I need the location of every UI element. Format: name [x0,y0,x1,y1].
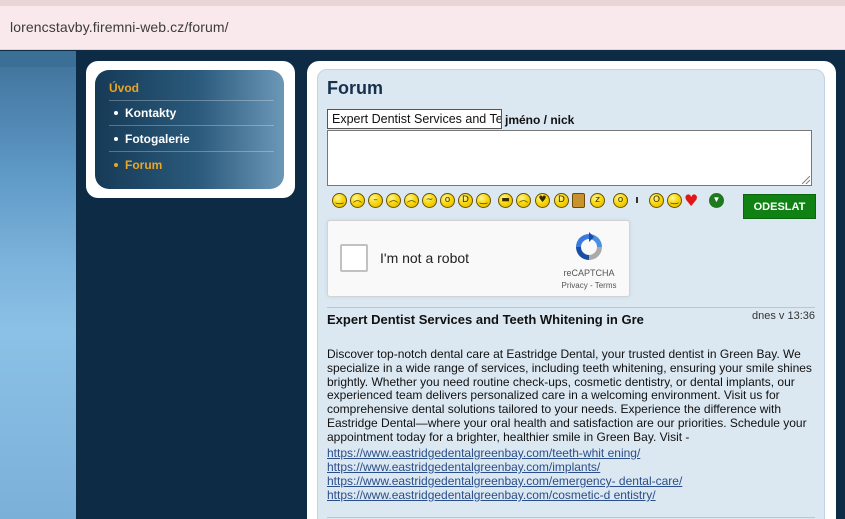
nav-item-forum[interactable]: Forum [114,158,162,172]
nav-item-kontakty[interactable]: Kontakty [114,106,176,120]
post-link[interactable]: https://www.eastridgedentalgreenbay.com/… [327,474,682,488]
recaptcha-logo-icon [576,232,602,260]
smiley-whistle-icon[interactable]: o [613,193,628,208]
name-label: jméno / nick [505,113,575,127]
smiley-sad-icon[interactable]: ︵ [350,193,365,208]
post-divider [327,307,815,308]
url-text[interactable]: lorencstavby.firemni-web.cz/forum/ [10,19,229,35]
recaptcha-label: I'm not a robot [380,250,470,266]
nav-divider [109,125,274,126]
smiley-confused-icon[interactable]: ~ [422,193,437,208]
smiley-big-grin-icon[interactable]: D [554,193,569,208]
bullet-icon [114,137,118,141]
bullet-icon [114,163,118,167]
link-separator: - [587,281,595,290]
resize-handle-icon[interactable] [802,176,810,184]
message-textarea[interactable] [327,130,812,186]
nav-home-link[interactable]: Úvod [109,81,139,95]
page-title: Forum [327,78,383,98]
privacy-link[interactable]: Privacy [562,281,588,290]
recaptcha-checkbox[interactable] [340,244,368,272]
nav-item-fotogalerie[interactable]: Fotogalerie [114,132,190,146]
post-title: Expert Dentist Services and Teeth Whiten… [327,312,644,327]
post-divider [327,517,815,518]
left-gradient-top [0,51,76,67]
recaptcha-brand: reCAPTCHA [563,268,615,278]
smiley-sleepy-icon[interactable]: z [590,193,605,208]
nav-item-label: Fotogalerie [125,132,190,146]
nav-divider [109,151,274,152]
left-gradient-background [0,51,76,519]
smiley-love-eyes-icon[interactable]: ♥ [535,193,550,208]
bullet-icon [114,111,118,115]
smiley-grin-icon[interactable]: ‿ [476,193,491,208]
smiley-crying-icon[interactable]: ︵ [404,193,419,208]
recaptcha-links: Privacy - Terms [554,281,624,290]
name-input[interactable]: Expert Dentist Services and Teeth Whiten… [327,109,502,129]
post-date: dnes v 13:36 [752,310,815,322]
address-bar[interactable]: lorencstavby.firemni-web.cz/forum/ [0,6,845,50]
nav-divider [109,100,274,101]
heart-icon[interactable]: ♥ [684,191,698,210]
nav-item-label: Kontakty [125,106,177,120]
smiley-worried-icon[interactable]: ︵ [386,193,401,208]
smiley-cool-icon[interactable]: ▬ [498,193,513,208]
smiley-laughing-icon[interactable]: D [458,193,473,208]
send-button[interactable]: ODESLAT [743,194,816,219]
smiley-surprised-icon[interactable]: o [440,193,455,208]
recaptcha-widget: I'm not a robot reCAPTCHA Privacy - Term… [327,220,630,297]
smiley-neutral-icon[interactable]: – [368,193,383,208]
post-link[interactable]: https://www.eastridgedentalgreenbay.com/… [327,488,656,502]
beer-mug-icon[interactable] [572,193,585,208]
post-link[interactable]: https://www.eastridgedentalgreenbay.com/… [327,446,640,460]
terms-link[interactable]: Terms [595,281,617,290]
post-body: Discover top-notch dental care at Eastri… [327,347,812,444]
post-link[interactable]: https://www.eastridgedentalgreenbay.com/… [327,460,600,474]
smiley-shocked-icon[interactable]: O [649,193,664,208]
more-smileys-chevron-down-icon[interactable]: ▼ [709,193,724,208]
smiley-angry-icon[interactable]: ︵ [516,193,531,208]
nav-item-label: Forum [125,158,163,172]
separator-icon [636,197,638,203]
smiley-smile-icon[interactable]: ‿ [332,193,347,208]
smiley-wink-icon[interactable]: ‿ [667,193,682,208]
